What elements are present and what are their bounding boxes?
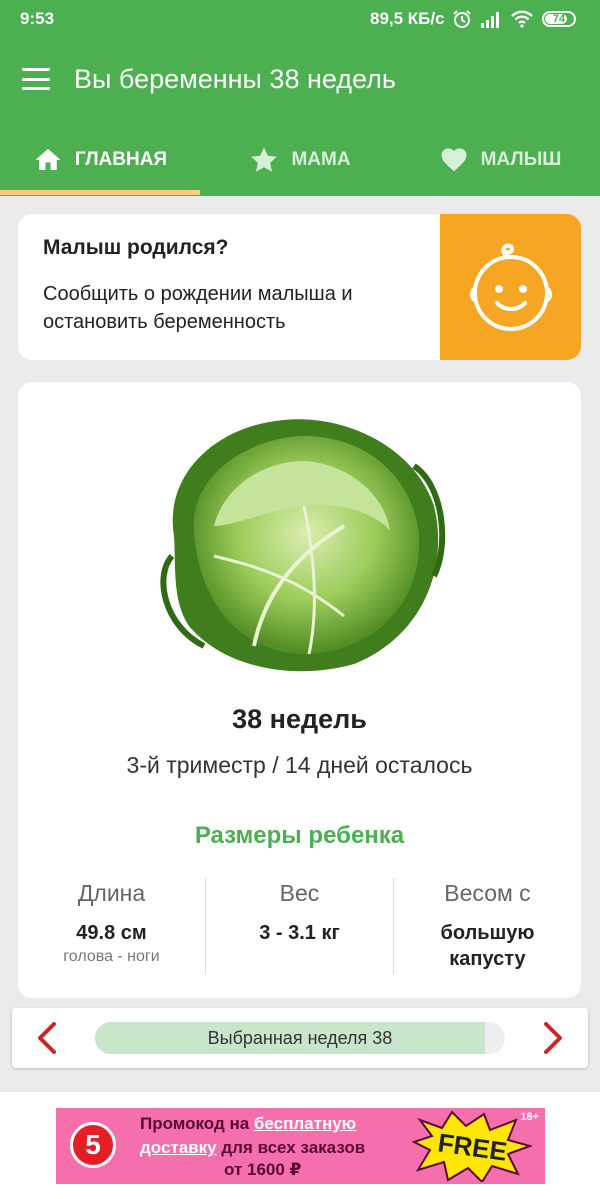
status-icons: 74 [452, 8, 576, 30]
status-bar: 9:53 89,5 КБ/с 74 [0, 0, 600, 38]
age-rating: 18+ [520, 1111, 539, 1123]
ad-line-1: Промокод на бесплатную [140, 1114, 356, 1134]
cabbage-image [160, 419, 446, 672]
app-bar: Вы беременны 38 недель [0, 38, 600, 124]
status-time: 9:53 [20, 9, 55, 28]
stat-length-label: Длина [77, 880, 146, 906]
ad-area: 5 Промокод на бесплатную доставку для вс… [0, 1092, 600, 1199]
stat-comparison: Весом с большую капусту [394, 880, 581, 972]
star-icon [251, 147, 278, 172]
stat-comparison-value: большую капусту [440, 922, 535, 970]
stat-weight: Вес 3 - 3.1 кг [206, 880, 393, 946]
week-progress-bar[interactable]: Выбранная неделя 38 [95, 1022, 505, 1054]
ad-line-2-suffix: для всех заказов [221, 1138, 366, 1157]
tab-home-label: ГЛАВНАЯ [74, 149, 168, 170]
signal-icon [481, 12, 499, 28]
stat-comparison-label: Весом с [444, 880, 531, 906]
tab-bar: ГЛАВНАЯ МАМА МАЛЫШ [0, 124, 600, 196]
stat-length-note: голова - ноги [63, 948, 160, 965]
network-speed: 89,5 КБ/с [370, 9, 445, 28]
tab-home[interactable]: ГЛАВНАЯ [0, 124, 200, 196]
menu-icon[interactable] [22, 68, 50, 90]
next-week-button[interactable] [534, 1020, 570, 1056]
baby-sizes-heading: Размеры ребенка [194, 822, 405, 849]
battery-icon: 74 [542, 11, 576, 27]
baby-born-card[interactable]: Малыш родился? Сообщить о рождении малыш… [18, 214, 581, 360]
baby-born-icon-box [440, 214, 581, 360]
alarm-icon [453, 10, 471, 28]
store-logo: 5 [70, 1122, 116, 1168]
stat-length: Длина 49.8 см голова - ноги [18, 880, 205, 966]
free-badge: FREE [412, 1110, 532, 1182]
trimester-info: 3-й триместр / 14 дней осталось [126, 752, 473, 778]
tab-baby[interactable]: МАЛЫШ [400, 124, 600, 196]
stat-weight-label: Вес [279, 880, 320, 906]
tab-mama[interactable]: МАМА [200, 124, 400, 196]
battery-level: 74 [552, 13, 566, 25]
baby-born-question: Малыш родился? [43, 236, 229, 259]
previous-week-button[interactable] [30, 1020, 66, 1056]
baby-born-description: Сообщить о рождении малыша и остановить … [43, 283, 353, 333]
baby-face-icon [469, 243, 552, 331]
wifi-icon [511, 10, 533, 28]
selected-week-label: Выбранная неделя 38 [207, 1028, 393, 1048]
heart-icon [441, 148, 467, 172]
page-title: Вы беременны 38 недель [74, 64, 396, 94]
ad-line-2-link: доставку [140, 1138, 217, 1157]
active-tab-indicator [0, 190, 200, 195]
week-title: 38 недель [232, 704, 367, 734]
tab-baby-label: МАЛЫШ [480, 149, 562, 170]
ad-line-1-prefix: Промокод на [140, 1114, 250, 1133]
ad-line-1-link: бесплатную [253, 1114, 357, 1133]
home-icon [35, 148, 61, 170]
week-info-card: 38 недель 3-й триместр / 14 дней осталос… [18, 382, 581, 998]
stat-length-value: 49.8 см [76, 922, 147, 944]
stat-weight-value: 3 - 3.1 кг [259, 922, 340, 944]
ad-line-3: от 1600 ₽ [224, 1160, 302, 1179]
ad-line-2: доставку для всех заказов [140, 1138, 365, 1158]
tab-mama-label: МАМА [291, 149, 351, 170]
ad-banner[interactable]: 5 Промокод на бесплатную доставку для вс… [56, 1108, 545, 1184]
week-selector: Выбранная неделя 38 [12, 1008, 588, 1068]
